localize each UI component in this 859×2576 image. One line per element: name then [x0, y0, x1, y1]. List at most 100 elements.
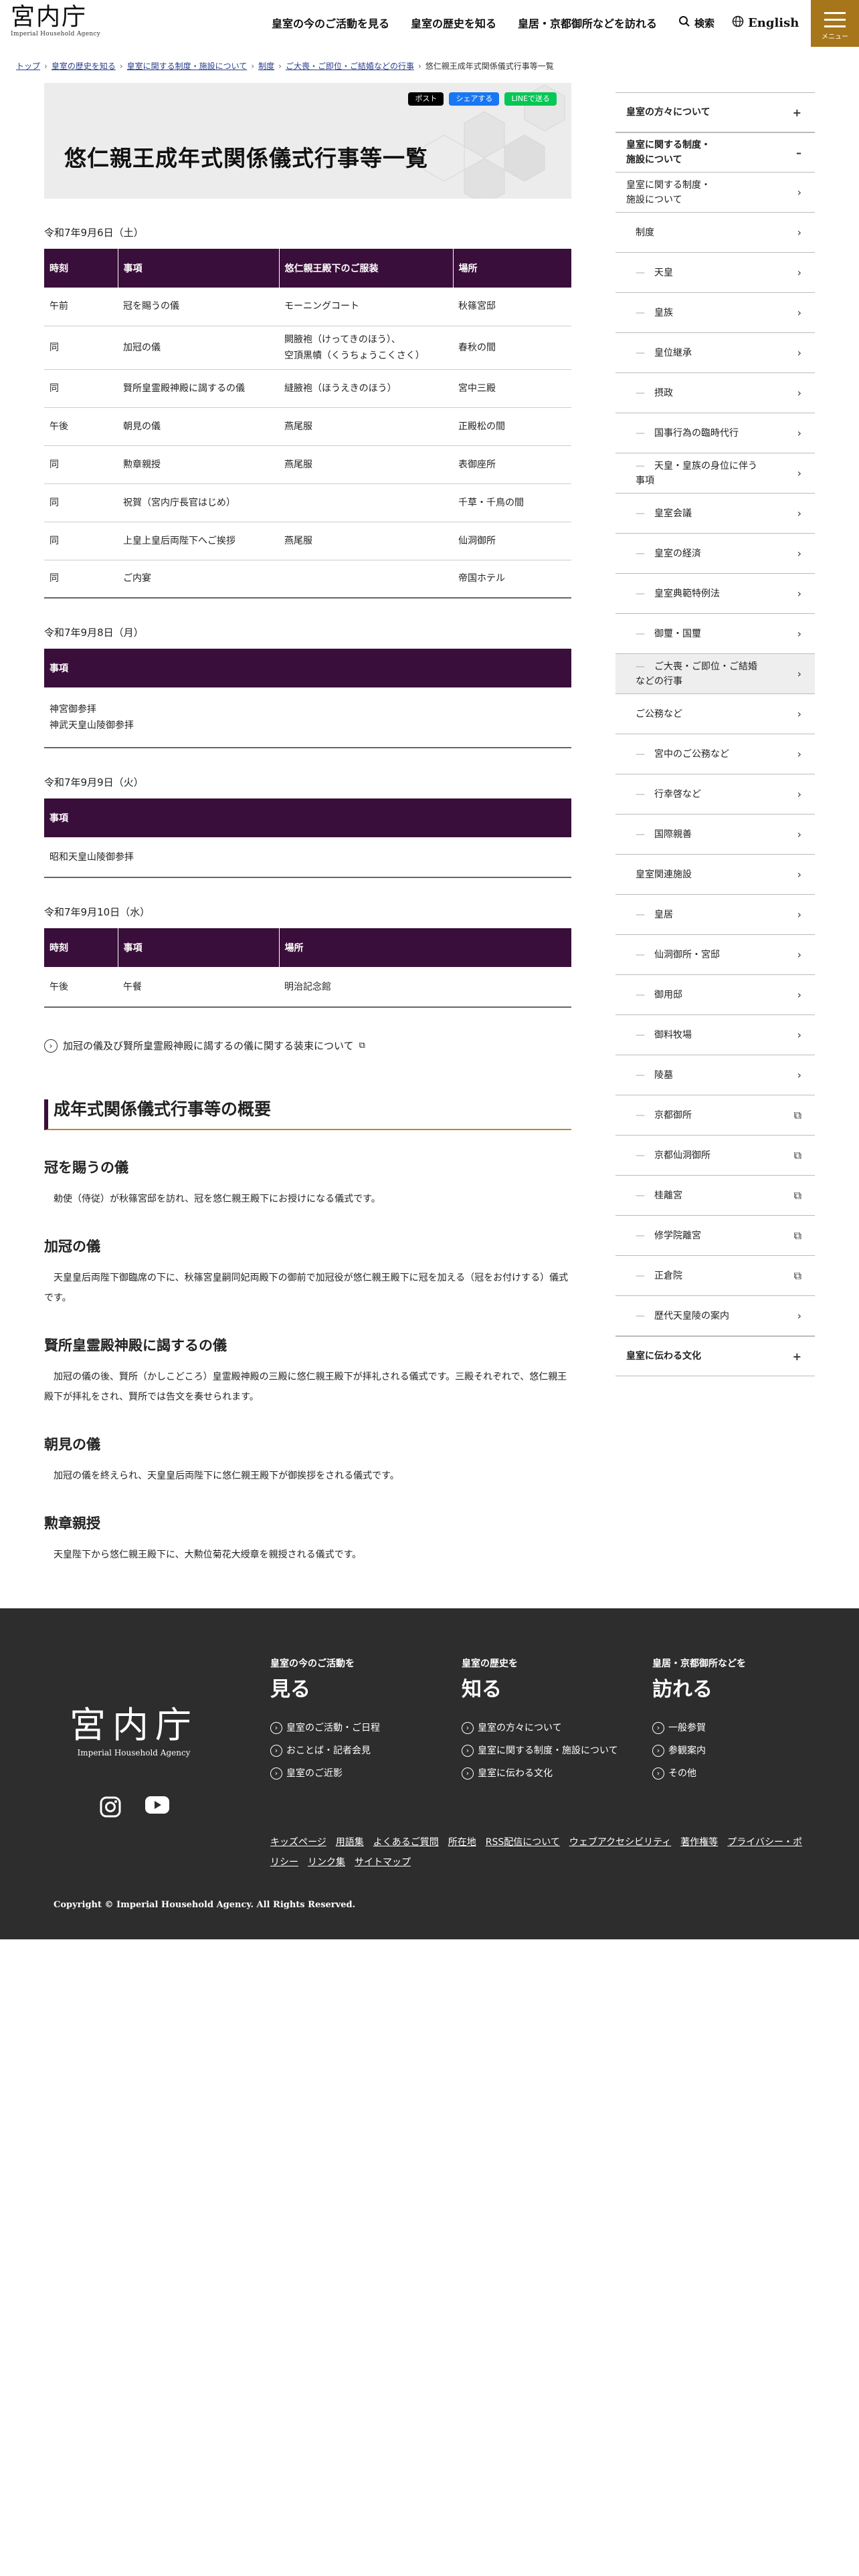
sidebar-item[interactable]: 国事行為の臨時代行 ›	[615, 413, 815, 453]
sidebar-item[interactable]: 皇室典範特例法 ›	[615, 574, 815, 614]
nav-activities[interactable]: 皇室の今のご活動を見る	[272, 15, 389, 31]
sidebar-item[interactable]: 仙洞御所・宮邸 ›	[615, 935, 815, 975]
sidebar-item[interactable]: 皇室に伝わる文化 +	[615, 1336, 815, 1376]
sidebar-item[interactable]: 制度 ›	[615, 213, 815, 253]
chevron-right-icon: ›	[417, 61, 421, 71]
share-facebook-button[interactable]: シェアする	[449, 92, 500, 106]
footer-logo-english: Imperial Household Agency	[77, 1748, 191, 1757]
external-link-icon: ⧉	[793, 1148, 801, 1162]
sidebar-item[interactable]: 摂政 ›	[615, 373, 815, 413]
footer-column-title[interactable]: 訪れる	[652, 1673, 746, 1702]
footer-link[interactable]: › おことば・記者会見	[270, 1743, 380, 1758]
minus-icon: –	[796, 146, 801, 159]
footer-link[interactable]: › 皇室のご近影	[270, 1766, 380, 1781]
footer-link[interactable]: › 皇室に伝わる文化	[462, 1766, 618, 1781]
footer-text-link[interactable]: ウェブアクセシビリティ	[569, 1837, 671, 1848]
sidebar-item[interactable]: 皇居 ›	[615, 895, 815, 935]
footer-text-link[interactable]: 所在地	[448, 1837, 476, 1848]
sidebar-item[interactable]: 歴代天皇陵の案内 ›	[615, 1296, 815, 1336]
footer-link[interactable]: › 一般参賀	[652, 1721, 746, 1735]
footer-logo[interactable]: 宮内庁 Imperial Household Agency	[70, 1695, 198, 1757]
table-header: 時刻	[44, 249, 118, 288]
table-cell: 燕尾服	[279, 407, 453, 446]
sidebar-item[interactable]: 御料牧場 ›	[615, 1015, 815, 1055]
sidebar-item[interactable]: 天皇・皇族の身位に伴う 事項 ›	[615, 453, 815, 494]
sidebar-item[interactable]: 皇室会議 ›	[615, 494, 815, 534]
footer-link-label: 皇室のご近影	[286, 1768, 343, 1779]
overview-item-text: 天皇陛下から悠仁親王殿下に、大勲位菊花大綬章を親授される儀式です。	[54, 1549, 362, 1560]
breadcrumb-link[interactable]: 皇室に関する制度・施設について	[127, 60, 248, 72]
sidebar-item[interactable]: 皇室に関する制度・ 施設について ›	[615, 173, 815, 213]
table-cell: 正殿松の間	[453, 407, 571, 446]
sidebar-item-label: 修学院離宮	[636, 1228, 701, 1243]
sidebar-item-label: 皇族	[636, 306, 673, 320]
nav-visit[interactable]: 皇居・京都御所などを訪れる	[518, 15, 657, 31]
sidebar-item[interactable]: 桂離宮 ⧉	[615, 1176, 815, 1216]
footer-text-link[interactable]: RSS配信について	[486, 1837, 560, 1848]
nav-history[interactable]: 皇室の歴史を知る	[411, 15, 496, 31]
chevron-right-icon: ›	[797, 547, 801, 560]
search-button[interactable]: 検索	[678, 15, 714, 30]
breadcrumb-link[interactable]: トップ	[16, 60, 40, 72]
instagram-icon[interactable]	[99, 1796, 122, 1824]
sidebar-item[interactable]: 国際親善 ›	[615, 815, 815, 855]
breadcrumb-link[interactable]: ご大喪・ご即位・ご結婚などの行事	[286, 60, 414, 72]
sidebar-item[interactable]: 陵墓 ›	[615, 1055, 815, 1095]
sidebar-item[interactable]: 御璽・国璽 ›	[615, 614, 815, 654]
sidebar-item[interactable]: 行幸啓など ›	[615, 774, 815, 815]
sidebar-item[interactable]: 皇室に関する制度・ 施設について –	[615, 132, 815, 173]
share-x-button[interactable]: ポスト	[408, 92, 444, 106]
footer-text-link[interactable]: キッズページ	[270, 1837, 326, 1848]
footer-column-title[interactable]: 知る	[462, 1673, 618, 1702]
sidebar-item[interactable]: ご大喪・ご即位・ご結婚 などの行事 ›	[615, 654, 815, 694]
sidebar-item[interactable]: 皇位継承 ›	[615, 333, 815, 373]
footer-link[interactable]: › 皇室のご活動・ご日程	[270, 1721, 380, 1735]
table-cell: ご内宴	[118, 560, 279, 599]
section-date: 令和7年9月8日（月）	[44, 627, 144, 639]
sidebar-item[interactable]: 京都仙洞御所 ⧉	[615, 1136, 815, 1176]
footer-text-link[interactable]: 著作権等	[680, 1837, 718, 1848]
sidebar-item-label: 国際親善	[636, 827, 692, 842]
schedule-table: 事項 昭和天皇山陵御参拝	[44, 798, 571, 878]
chevron-right-icon: ›	[797, 908, 801, 921]
sidebar-item[interactable]: 皇室関連施設 ›	[615, 855, 815, 895]
youtube-icon[interactable]	[145, 1796, 170, 1824]
breadcrumb-link[interactable]: 制度	[258, 60, 274, 72]
footer-link[interactable]: › 参観案内	[652, 1743, 746, 1758]
circle-chevron-icon: ›	[462, 1767, 474, 1780]
footer-link[interactable]: › 皇室に関する制度・施設について	[462, 1743, 618, 1758]
footer-text-link[interactable]: リンク集	[308, 1857, 345, 1868]
sidebar-item[interactable]: 宮中のご公務など ›	[615, 734, 815, 774]
footer-link[interactable]: › その他	[652, 1766, 746, 1781]
circle-chevron-icon: ›	[462, 1745, 474, 1757]
sidebar-item-label: 桂離宮	[636, 1188, 682, 1203]
footer-text-link[interactable]: 用語集	[336, 1837, 364, 1848]
chevron-right-icon: ›	[797, 306, 801, 319]
sidebar-item[interactable]: 皇室の方々について +	[615, 92, 815, 132]
site-logo[interactable]: 宮内庁 Imperial Household Agency	[11, 4, 100, 38]
sidebar-item[interactable]: 御用邸 ›	[615, 975, 815, 1015]
sidebar-item-label: 仙洞御所・宮邸	[636, 948, 720, 962]
sidebar-item[interactable]: 天皇 ›	[615, 253, 815, 293]
main-content: ポスト シェアする LINEで送る 悠仁親王成年式関係儀式行事等一覧 令和7年9…	[44, 83, 571, 1565]
sidebar-item[interactable]: 皇室の経済 ›	[615, 534, 815, 574]
share-line-button[interactable]: LINEで送る	[504, 92, 557, 106]
overview-item-text: 天皇皇后両陛下御臨席の下に、秋篠宮皇嗣同妃両殿下の御前で加冠役が悠仁親王殿下に冠…	[44, 1273, 569, 1303]
sidebar-item[interactable]: 修学院離宮 ⧉	[615, 1216, 815, 1256]
footer-text-link[interactable]: よくあるご質問	[373, 1837, 439, 1848]
language-button[interactable]: English	[732, 15, 799, 31]
footer-column-title[interactable]: 見る	[270, 1673, 380, 1702]
footer-text-link[interactable]: サイトマップ	[355, 1857, 411, 1868]
share-buttons: ポスト シェアする LINEで送る	[403, 92, 557, 106]
related-attire-link[interactable]: › 加冠の儀及び賢所皇霊殿神殿に謁するの儀に関する装束について ⧉	[44, 1039, 571, 1053]
section-date: 令和7年9月10日（水）	[44, 906, 151, 918]
footer-link[interactable]: › 皇室の方々について	[462, 1721, 618, 1735]
sidebar-item[interactable]: 正倉院 ⧉	[615, 1256, 815, 1296]
breadcrumb-link[interactable]: 皇室の歴史を知る	[52, 60, 116, 72]
sidebar-item[interactable]: 京都御所 ⧉	[615, 1095, 815, 1136]
sidebar-item[interactable]: 皇族 ›	[615, 293, 815, 333]
footer-link-label: 皇室に関する制度・施設について	[478, 1745, 618, 1756]
sidebar-item-label: 宮中のご公務など	[636, 747, 729, 762]
sidebar-item[interactable]: ご公務など ›	[615, 694, 815, 734]
menu-button[interactable]: メニュー	[811, 0, 859, 47]
